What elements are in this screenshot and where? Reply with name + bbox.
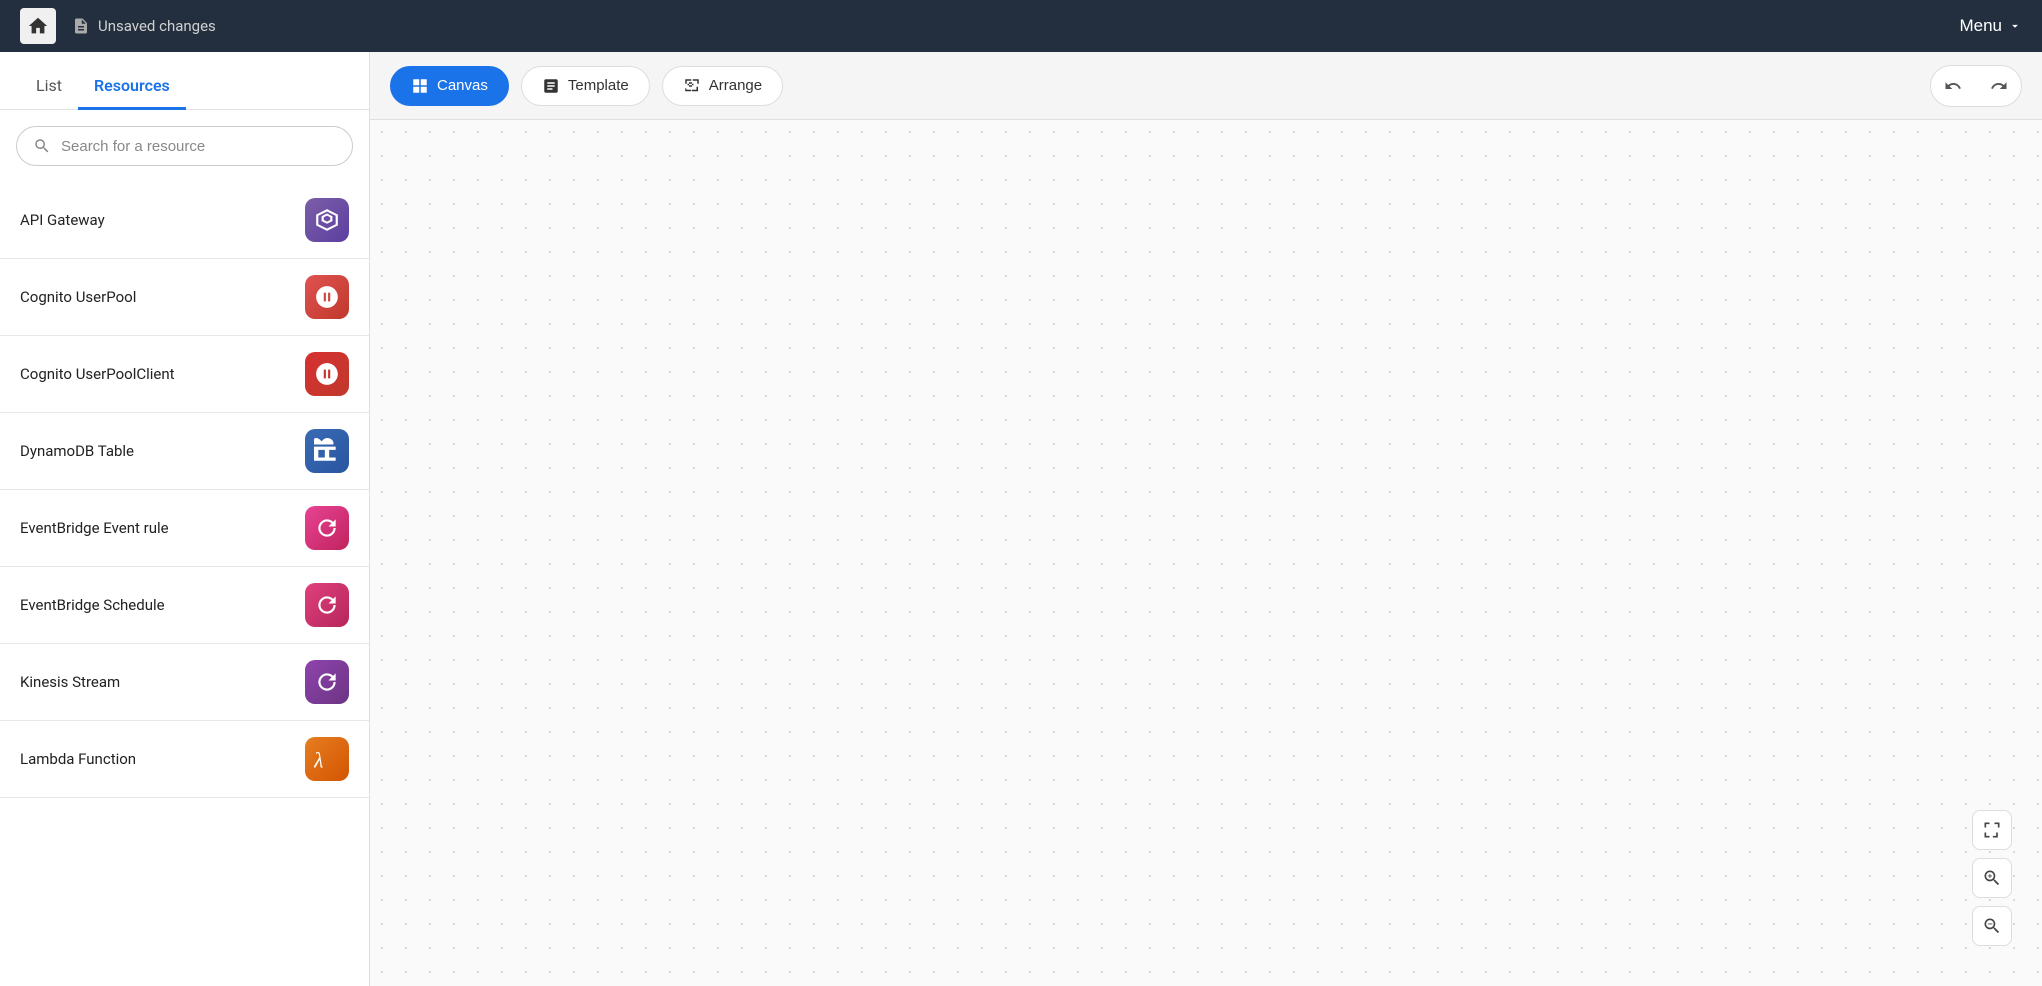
zoom-in-icon	[1982, 868, 2002, 888]
resource-icon	[305, 506, 349, 550]
resource-name: EventBridge Schedule	[20, 596, 165, 614]
undo-redo-group	[1930, 65, 2022, 107]
zoom-controls	[1972, 810, 2012, 946]
resource-name: Lambda Function	[20, 750, 136, 768]
resource-item[interactable]: DynamoDB Table	[0, 413, 369, 490]
template-icon	[542, 77, 560, 95]
search-icon	[33, 137, 51, 155]
resource-name: DynamoDB Table	[20, 442, 134, 460]
tab-list[interactable]: List	[20, 64, 78, 110]
resource-icon	[305, 660, 349, 704]
resource-icon	[305, 275, 349, 319]
resource-item[interactable]: Lambda Function λ	[0, 721, 369, 798]
canvas-area: Canvas Template Arrange	[370, 52, 2042, 986]
resource-name: API Gateway	[20, 211, 105, 229]
resource-item[interactable]: Cognito UserPoolClient	[0, 336, 369, 413]
zoom-out-icon	[1982, 916, 2002, 936]
resource-icon	[305, 198, 349, 242]
resource-icon	[305, 429, 349, 473]
sidebar: List Resources API Gateway Cognito UserPo…	[0, 52, 370, 986]
resource-item[interactable]: EventBridge Schedule	[0, 567, 369, 644]
template-button[interactable]: Template	[521, 66, 650, 106]
unsaved-changes-indicator: Unsaved changes	[72, 17, 216, 35]
redo-button[interactable]	[1977, 66, 2021, 106]
resource-icon	[305, 583, 349, 627]
zoom-out-button[interactable]	[1972, 906, 2012, 946]
canvas-button[interactable]: Canvas	[390, 66, 509, 106]
fit-screen-icon	[1982, 820, 2002, 840]
canvas-toolbar: Canvas Template Arrange	[370, 52, 2042, 120]
main-layout: List Resources API Gateway Cognito UserPo…	[0, 52, 2042, 986]
search-input[interactable]	[61, 138, 336, 155]
resource-name: Cognito UserPool	[20, 288, 136, 306]
svg-text:λ: λ	[314, 749, 323, 772]
resource-item[interactable]: Kinesis Stream	[0, 644, 369, 721]
arrange-icon	[683, 77, 701, 95]
top-bar-left: Unsaved changes	[20, 8, 216, 44]
resource-item[interactable]: EventBridge Event rule	[0, 490, 369, 567]
resource-item[interactable]: Cognito UserPool	[0, 259, 369, 336]
resource-name: Kinesis Stream	[20, 673, 120, 691]
tab-resources[interactable]: Resources	[78, 64, 186, 110]
resource-name: Cognito UserPoolClient	[20, 365, 175, 383]
zoom-in-button[interactable]	[1972, 858, 2012, 898]
search-box	[16, 126, 353, 166]
canvas-content[interactable]	[370, 120, 2042, 986]
arrange-button[interactable]: Arrange	[662, 66, 783, 106]
fit-screen-button[interactable]	[1972, 810, 2012, 850]
undo-button[interactable]	[1931, 66, 1975, 106]
sidebar-tabs: List Resources	[0, 52, 369, 110]
home-button[interactable]	[20, 8, 56, 44]
top-bar: Unsaved changes Menu	[0, 0, 2042, 52]
redo-icon	[1990, 77, 2008, 95]
resource-icon: λ	[305, 737, 349, 781]
menu-button[interactable]: Menu	[1959, 16, 2022, 36]
undo-icon	[1944, 77, 1962, 95]
canvas-icon	[411, 77, 429, 95]
resource-list: API Gateway Cognito UserPool Cognito UserP…	[0, 182, 369, 986]
resource-name: EventBridge Event rule	[20, 519, 169, 537]
resource-icon	[305, 352, 349, 396]
resource-item[interactable]: API Gateway	[0, 182, 369, 259]
